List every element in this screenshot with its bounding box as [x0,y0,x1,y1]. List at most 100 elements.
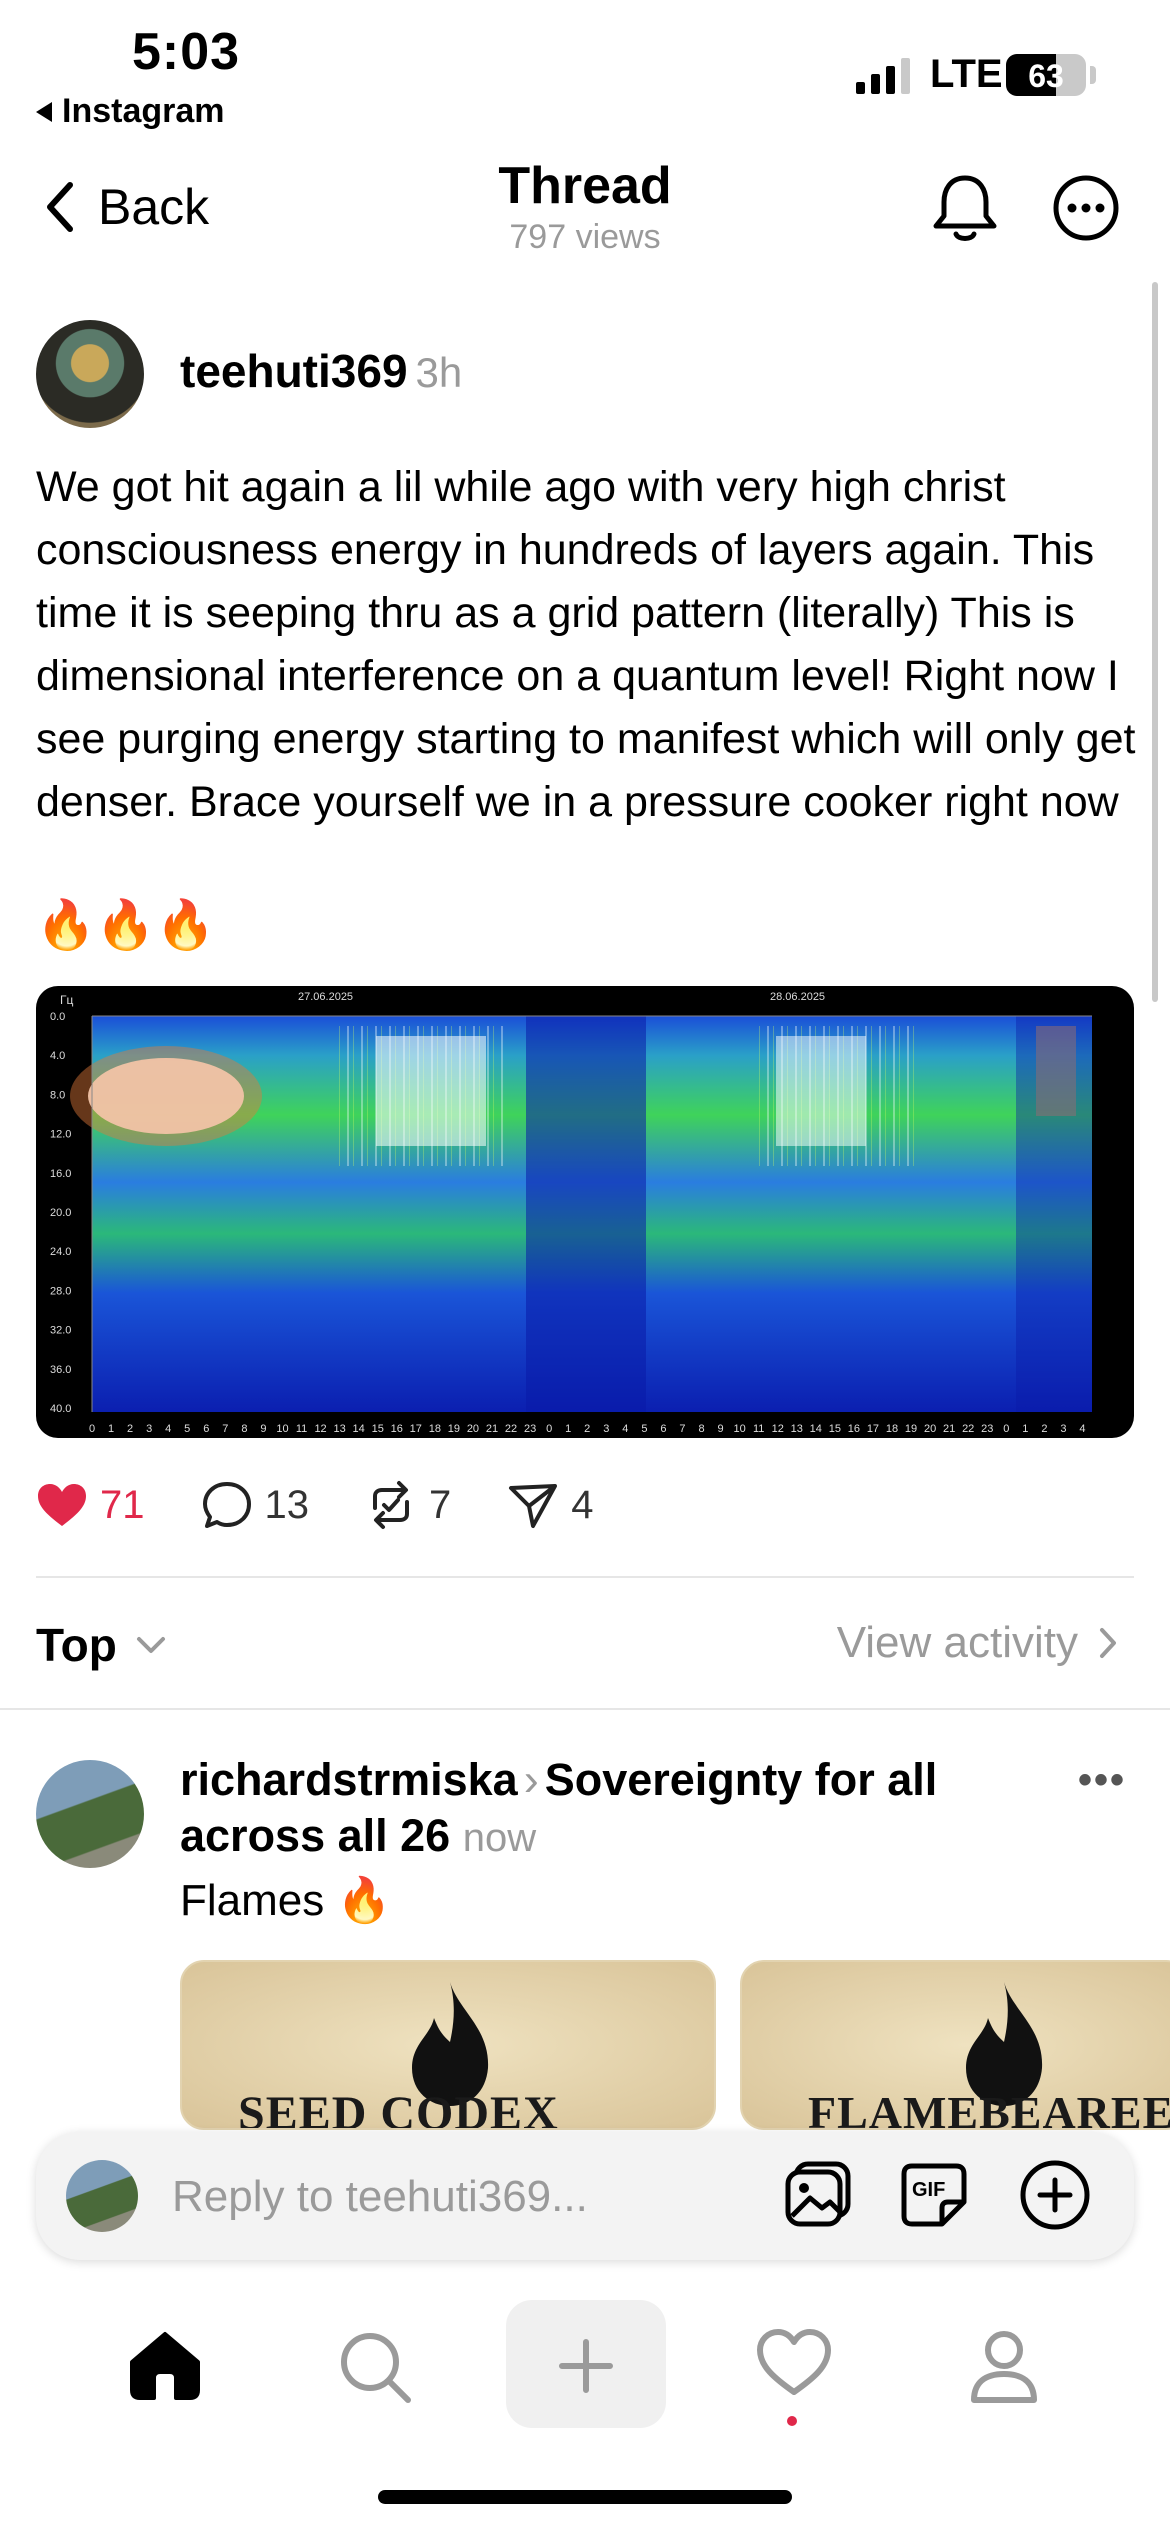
spectrogram-y-tick: 16.0 [50,1168,71,1180]
status-time: 5:03 [132,23,241,81]
spectrogram-x-tick: 9 [718,1423,724,1435]
fire-emoji-row: 🔥🔥🔥 [36,899,216,952]
sort-dropdown[interactable]: Top [36,1618,167,1672]
scrollbar[interactable] [1152,282,1158,1002]
back-app-label: Instagram [62,92,225,130]
spectrogram-x-tick: 0 [1003,1423,1009,1435]
search-icon[interactable] [336,2328,414,2406]
back-triangle-icon [36,101,52,122]
comment-bubble-icon [202,1482,251,1528]
post-image-spectrogram[interactable]: Гц 27.06.2025 28.06.2025 0.0 4.0 8.0 12.0 16… [36,986,1134,1438]
spectrogram-x-tick: 20 [467,1423,479,1435]
spectrogram-x-tick: 16 [848,1423,860,1435]
spectrogram-x-tick: 8 [241,1423,247,1435]
spectrogram-x-tick: 7 [222,1423,228,1435]
spectrogram-x-tick: 19 [448,1423,460,1435]
author-avatar[interactable] [36,320,144,428]
spectrogram-x-tick: 2 [1041,1423,1047,1435]
bell-icon[interactable] [930,172,1000,244]
back-to-app-link[interactable]: Instagram [36,92,225,131]
more-options-icon[interactable] [1052,174,1120,242]
view-activity-label: View activity [836,1618,1078,1667]
reply-text: Flames 🔥 [180,1874,391,1926]
battery-tip [1090,66,1096,84]
gif-icon[interactable]: GIF [898,2158,970,2230]
spectrogram-x-tick: 14 [353,1423,365,1435]
spectrogram-y-tick: 0.0 [50,1011,65,1023]
reply-input[interactable]: Reply to teehuti369... [172,2172,588,2222]
spectrogram-x-tick: 12 [772,1423,784,1435]
spectrogram-y-tick: 12.0 [50,1129,71,1141]
spectrogram-date-2: 28.06.2025 [770,991,825,1003]
spectrogram-y-tick: 28.0 [50,1285,71,1297]
network-label: LTE [930,52,1003,96]
chevron-separator-icon: › [523,1754,539,1805]
spectrogram-y-tick: 8.0 [50,1089,65,1101]
heart-filled-icon [38,1484,86,1526]
spectrogram-x-tick: 11 [296,1423,307,1435]
spectrogram-x-tick: 7 [679,1423,685,1435]
spectrogram-unit-label: Гц [60,993,73,1007]
spectrogram-y-tick: 36.0 [50,1364,71,1376]
spectrogram-x-tick: 2 [127,1423,133,1435]
like-button[interactable]: 71 [36,1482,145,1528]
spectrogram-x-tick: 16 [391,1423,403,1435]
spectrogram-x-tick: 18 [429,1423,441,1435]
spectrogram-x-tick: 11 [753,1423,764,1435]
section-divider [0,1708,1170,1710]
comment-button[interactable]: 13 [201,1480,310,1530]
profile-icon[interactable] [966,2328,1042,2406]
spectrogram-x-tick: 2 [584,1423,590,1435]
repost-icon [373,1481,409,1529]
reply-image-card[interactable]: SEED CODEX [180,1960,716,2130]
spectrogram-x-tick: 5 [184,1423,190,1435]
repost-button[interactable]: 7 [365,1480,451,1530]
add-circle-icon[interactable] [1018,2158,1092,2232]
spectrogram-x-tick: 4 [165,1423,171,1435]
reply-more-icon[interactable]: ••• [1078,1758,1126,1803]
share-button[interactable]: 4 [507,1480,594,1530]
spectrogram-x-tick: 12 [314,1423,326,1435]
spectrogram-x-tick: 8 [698,1423,704,1435]
spectrogram-x-tick: 17 [410,1423,422,1435]
activity-icon[interactable] [756,2328,832,2398]
post-author-name[interactable]: teehuti369 [180,345,408,397]
spectrogram-x-tick: 4 [1079,1423,1085,1435]
post-text: We got hit again a lil while ago with ve… [36,463,1136,826]
share-count: 4 [571,1482,594,1527]
home-indicator [378,2490,792,2504]
image-attach-icon[interactable] [782,2158,854,2230]
spectrogram-y-tick: 24.0 [50,1246,71,1258]
spectrogram-x-tick: 18 [886,1423,898,1435]
sort-label: Top [36,1619,117,1671]
spectrogram-x-tick: 13 [791,1423,803,1435]
svg-text:GIF: GIF [912,2179,945,2201]
spectrogram-x-tick: 23 [981,1423,993,1435]
spectrogram-x-tick: 6 [203,1423,209,1435]
post-author[interactable]: teehuti369 3h [180,344,462,398]
home-icon[interactable] [126,2328,204,2402]
spectrogram-x-tick: 3 [146,1423,152,1435]
comment-count: 13 [264,1482,310,1527]
spectrogram-x-tick: 23 [524,1423,536,1435]
spectrogram-x-tick: 9 [260,1423,266,1435]
reply-image-card[interactable]: FLAMEBEAREE [740,1960,1170,2130]
spectrogram-x-tick: 5 [641,1423,647,1435]
spectrogram-graphic: Гц 27.06.2025 28.06.2025 0.04.08.012.016… [50,991,1134,1435]
reply-author-name[interactable]: richardstrmiska [180,1754,518,1805]
activity-notification-dot [787,2416,797,2426]
card-title: FLAMEBEAREE [808,2087,1170,2130]
spectrogram-x-tick: 3 [603,1423,609,1435]
like-count: 71 [100,1482,145,1527]
spectrogram-y-tick: 4.0 [50,1050,65,1062]
spectrogram-x-tick: 14 [810,1423,822,1435]
spectrogram-y-tick: 20.0 [50,1207,71,1219]
spectrogram-x-tick: 22 [505,1423,517,1435]
spectrogram-x-tick: 19 [905,1423,917,1435]
reply-header: richardstrmiska › Sovereignty for all acro… [180,1752,1060,1866]
reply-author-avatar[interactable] [36,1760,144,1868]
view-activity-link[interactable]: View activity [837,1618,1118,1668]
battery-icon: 63 [1006,54,1086,96]
chevron-right-icon [1100,1628,1116,1658]
spectrogram-x-tick: 17 [867,1423,879,1435]
